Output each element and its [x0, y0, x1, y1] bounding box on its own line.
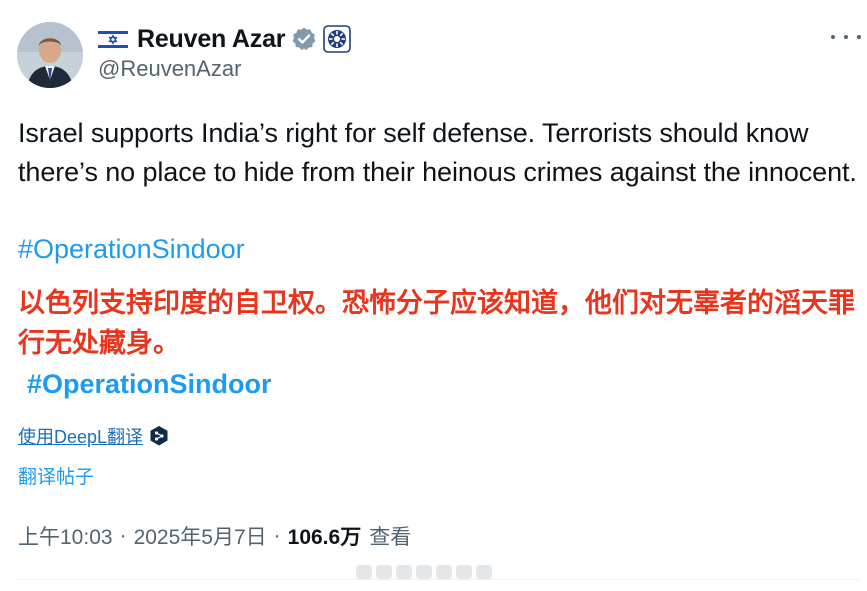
author-handle[interactable]: @ReuvenAzar: [98, 56, 241, 82]
watermark-glyph: [376, 565, 392, 579]
tweet-time[interactable]: 上午10:03: [18, 521, 113, 551]
tweet-card: Reuven Azar @ReuvenAzar Israel supports …: [0, 0, 867, 591]
deepl-logo-icon: [150, 426, 168, 446]
views-count: 106.6万: [287, 526, 362, 549]
israel-flag-icon: [98, 28, 128, 50]
tweet-meta: 上午10:03 · 2025年5月7日 · 106.6万 查看: [18, 521, 411, 551]
meta-separator: ·: [119, 524, 127, 547]
more-dot: [844, 35, 848, 39]
views-label: 查看: [369, 526, 412, 549]
watermark-glyph: [456, 565, 472, 579]
tweet-text: Israel supports India’s right for self d…: [18, 118, 857, 187]
deepl-translate-label: 使用DeepL翻译: [18, 427, 144, 447]
watermark-glyph: [436, 565, 452, 579]
government-affiliation-icon[interactable]: [323, 25, 352, 53]
avatar-image: [17, 22, 83, 88]
tweet-hashtag-link[interactable]: #OperationSindoor: [18, 230, 245, 269]
divider: [18, 579, 860, 580]
more-dot: [857, 35, 861, 39]
translation-overlay-text: 以色列支持印度的自卫权。恐怖分子应该知道，他们对无辜者的滔天罪行无处藏身。: [18, 288, 855, 358]
more-options-icon[interactable]: [831, 27, 861, 47]
author-display-name[interactable]: Reuven Azar: [137, 25, 286, 54]
watermark-glyph: [416, 565, 432, 579]
avatar[interactable]: [17, 22, 83, 88]
more-dot: [831, 35, 835, 39]
watermark-glyph: [396, 565, 412, 579]
deepl-translate-link[interactable]: 使用DeepL翻译: [18, 423, 169, 449]
author-name-row: Reuven Azar: [98, 22, 352, 56]
translate-post-link[interactable]: 翻译帖子: [18, 462, 94, 489]
translation-overlay-hashtag: #OperationSindoor: [27, 369, 272, 399]
watermark-glyph: [476, 565, 492, 579]
meta-separator: ·: [273, 524, 281, 547]
watermark-glyph: [356, 565, 372, 579]
verified-badge-icon[interactable]: [291, 26, 317, 52]
tweet-date[interactable]: 2025年5月7日: [134, 521, 267, 551]
